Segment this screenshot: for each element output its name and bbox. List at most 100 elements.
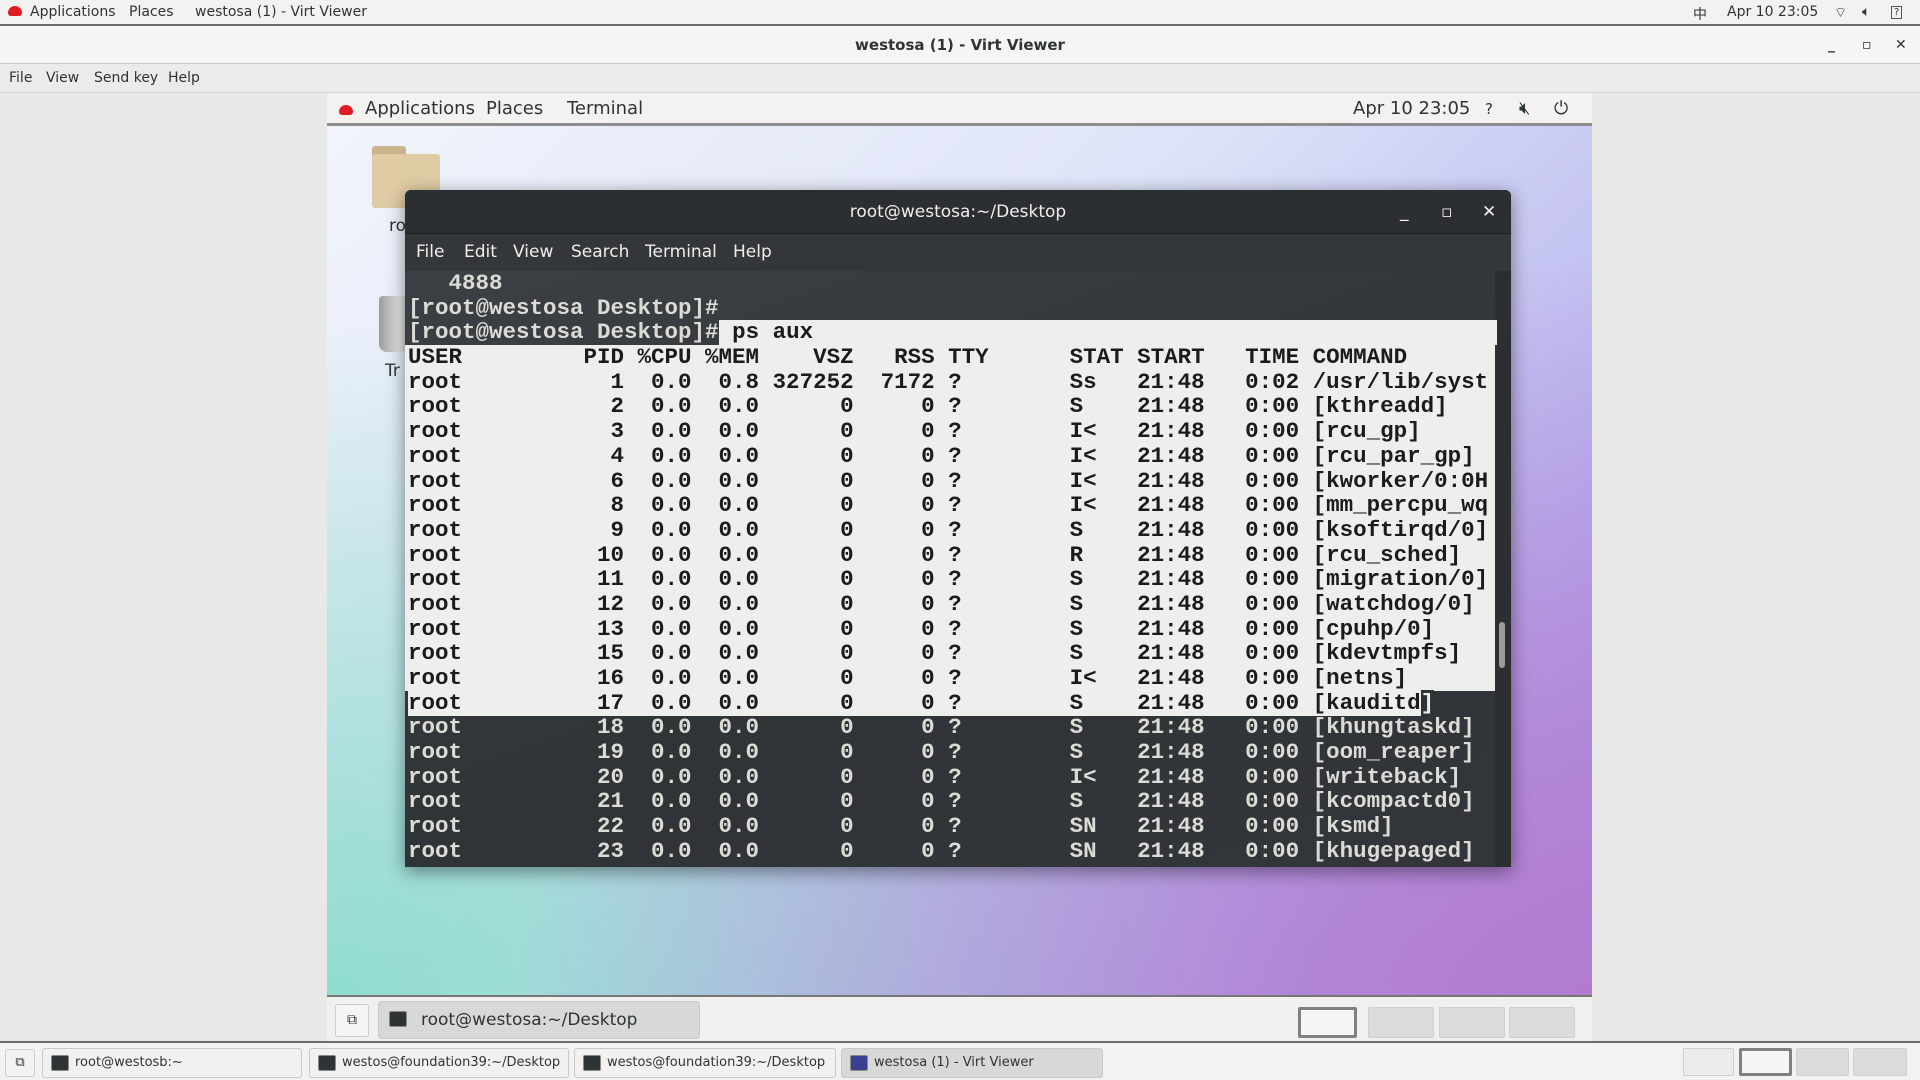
terminal-line: 4888 [408, 270, 503, 296]
terminal-window[interactable]: root@westosa:~/Desktop _ ▫ ✕ File Edit V… [405, 190, 1511, 867]
menu-view[interactable]: View [46, 70, 79, 86]
ps-row: root 15 0.0 0.0 0 0 ? S 21:48 0:00 [kdev… [405, 641, 1495, 666]
terminal-maximize-button[interactable]: ▫ [1441, 190, 1453, 234]
terminal-menu-terminal[interactable]: Terminal [645, 242, 717, 262]
task-label: root@westosb:~ [75, 1055, 183, 1070]
network-unknown-icon[interactable]: ? [1485, 100, 1493, 118]
redhat-logo-icon [8, 6, 22, 16]
workspace-1[interactable] [1298, 1007, 1357, 1038]
ps-row: root 8 0.0 0.0 0 0 ? I< 21:48 0:00 [mm_p… [405, 493, 1495, 518]
ps-row: root 6 0.0 0.0 0 0 ? I< 21:48 0:00 [kwor… [405, 468, 1495, 494]
guest-top-bar: Applications Places Terminal Apr 10 23:0… [327, 93, 1592, 126]
volume-icon[interactable]: 🔈︎ [1862, 4, 1870, 20]
ps-row: root 22 0.0 0.0 0 0 ? SN 21:48 0:00 [ksm… [408, 813, 1394, 840]
terminal-menubar: File Edit View Search Terminal Help [405, 234, 1511, 271]
host-task-4-active[interactable]: westosa (1) - Virt Viewer [841, 1048, 1103, 1078]
virt-viewer-menubar: File View Send key Help [0, 64, 1920, 93]
prompt: [root@westosa Desktop]# [408, 319, 719, 346]
host-top-bar: Applications Places westosa (1) - Virt V… [0, 0, 1920, 26]
guest-places-menu[interactable]: Places [486, 98, 543, 119]
host-applications-menu[interactable]: Applications [30, 4, 116, 20]
ps-row: root 2 0.0 0.0 0 0 ? S 21:48 0:00 [kthre… [405, 394, 1495, 420]
host-task-2[interactable]: westos@foundation39:~/Desktop [309, 1048, 569, 1078]
task-label: westos@foundation39:~/Desktop [342, 1055, 561, 1070]
terminal-minimize-button[interactable]: _ [1400, 190, 1409, 234]
host-task-1[interactable]: root@westosb:~ [42, 1048, 302, 1078]
host-task-3[interactable]: westos@foundation39:~/Desktop [574, 1048, 836, 1078]
guest-bottom-panel: ⧉ root@westosa:~/Desktop [327, 995, 1592, 1042]
guest-clock[interactable]: Apr 10 23:05 [1353, 98, 1470, 119]
input-method-indicator[interactable]: 中 [1693, 4, 1707, 24]
workspace-4[interactable] [1853, 1048, 1907, 1076]
host-places-menu[interactable]: Places [129, 4, 174, 20]
terminal-scrollbar[interactable] [1497, 271, 1511, 867]
battery-unknown-icon[interactable]: ? [1891, 6, 1903, 19]
volume-muted-icon[interactable]: 🔇︎ [1519, 98, 1530, 119]
minimize-button[interactable]: _ [1828, 26, 1835, 64]
ps-row: root 19 0.0 0.0 0 0 ? S 21:48 0:00 [oom_… [408, 739, 1475, 766]
terminal-menu-view[interactable]: View [513, 242, 553, 262]
terminal-cursor: ] [1420, 689, 1435, 716]
ps-row: root 18 0.0 0.0 0 0 ? S 21:48 0:00 [khun… [408, 714, 1475, 741]
terminal-command-line: [root@westosa Desktop]# ps aux [405, 319, 1509, 346]
ps-row: root 16 0.0 0.0 0 0 ? I< 21:48 0:00 [net… [405, 666, 1495, 691]
ps-row: root 9 0.0 0.0 0 0 ? S 21:48 0:00 [ksoft… [405, 518, 1495, 543]
show-windows-button[interactable]: ⧉ [5, 1049, 35, 1077]
ps-row: root 17 0.0 0.0 0 0 ? S 21:48 0:00 [kaud… [408, 689, 1435, 716]
ps-row: root 20 0.0 0.0 0 0 ? I< 21:48 0:00 [wri… [408, 763, 1462, 790]
ps-row: root 10 0.0 0.0 0 0 ? R 21:48 0:00 [rcu_… [405, 542, 1495, 568]
terminal-icon [583, 1055, 601, 1071]
terminal-menu-help[interactable]: Help [733, 242, 772, 262]
task-label: westos@foundation39:~/Desktop [607, 1055, 826, 1070]
guest-applications-menu[interactable]: Applications [365, 98, 475, 119]
ps-row: root 23 0.0 0.0 0 0 ? SN 21:48 0:00 [khu… [408, 837, 1475, 864]
maximize-button[interactable]: ▫ [1862, 26, 1872, 64]
trash-label[interactable]: Tr [385, 361, 400, 381]
window-title: westosa (1) - Virt Viewer [855, 36, 1065, 54]
terminal-scrollbar-thumb[interactable] [1499, 622, 1505, 668]
terminal-line: [root@westosa Desktop]# [408, 294, 719, 321]
ps-header: USER PID %CPU %MEM VSZ RSS TTY STAT STAR… [405, 345, 1495, 370]
terminal-menu-search[interactable]: Search [571, 242, 629, 262]
task-label: root@westosa:~/Desktop [421, 1010, 638, 1030]
workspace-3[interactable] [1439, 1007, 1505, 1038]
menu-help[interactable]: Help [168, 70, 200, 86]
wifi-icon[interactable]: ⌔ [1834, 4, 1847, 22]
host-active-window-title[interactable]: westosa (1) - Virt Viewer [195, 4, 367, 20]
virt-viewer-icon [850, 1055, 868, 1071]
menu-file[interactable]: File [9, 70, 32, 86]
workspace-4[interactable] [1509, 1007, 1575, 1038]
ps-row: root 13 0.0 0.0 0 0 ? S 21:48 0:00 [cpuh… [405, 616, 1495, 642]
workspace-3[interactable] [1796, 1048, 1849, 1076]
virt-viewer-titlebar: westosa (1) - Virt Viewer _ ▫ ✕ [0, 26, 1920, 64]
command-text: ps aux [718, 320, 1509, 346]
task-label: westosa (1) - Virt Viewer [874, 1055, 1034, 1070]
menu-send-key[interactable]: Send key [94, 70, 158, 86]
terminal-icon [318, 1055, 336, 1071]
workspace-2[interactable] [1739, 1048, 1792, 1076]
terminal-menu-file[interactable]: File [416, 242, 444, 262]
show-windows-button[interactable]: ⧉ [335, 1004, 369, 1037]
ps-row: root 4 0.0 0.0 0 0 ? I< 21:48 0:00 [rcu_… [405, 444, 1495, 469]
host-taskbar: ⧉ root@westosb:~ westos@foundation39:~/D… [0, 1041, 1920, 1080]
ps-row: root 21 0.0 0.0 0 0 ? S 21:48 0:00 [kcom… [408, 788, 1475, 815]
ps-row: root 1 0.0 0.8 327252 7172 ? Ss 21:48 0:… [405, 370, 1495, 395]
workspace-2[interactable] [1368, 1007, 1434, 1038]
terminal-output[interactable]: 4888 [root@westosa Desktop]# [root@westo… [405, 270, 1509, 867]
terminal-titlebar[interactable]: root@westosa:~/Desktop _ ▫ ✕ [405, 190, 1511, 234]
guest-terminal-menu[interactable]: Terminal [567, 98, 643, 119]
host-clock[interactable]: Apr 10 23:05 [1727, 4, 1818, 20]
workspace-1[interactable] [1683, 1048, 1734, 1076]
terminal-icon [51, 1055, 69, 1071]
close-button[interactable]: ✕ [1895, 26, 1907, 64]
ps-row: root 3 0.0 0.0 0 0 ? I< 21:48 0:00 [rcu_… [405, 419, 1495, 444]
terminal-title: root@westosa:~/Desktop [849, 202, 1067, 222]
terminal-close-button[interactable]: ✕ [1482, 190, 1496, 234]
terminal-menu-edit[interactable]: Edit [464, 242, 497, 262]
home-folder-label[interactable]: ro [389, 216, 406, 236]
power-icon[interactable]: ⏻ [1554, 98, 1568, 119]
redhat-logo-icon [339, 105, 353, 115]
terminal-icon [389, 1011, 407, 1027]
ps-row: root 12 0.0 0.0 0 0 ? S 21:48 0:00 [watc… [405, 592, 1495, 617]
guest-task-terminal[interactable]: root@westosa:~/Desktop [378, 1001, 700, 1039]
